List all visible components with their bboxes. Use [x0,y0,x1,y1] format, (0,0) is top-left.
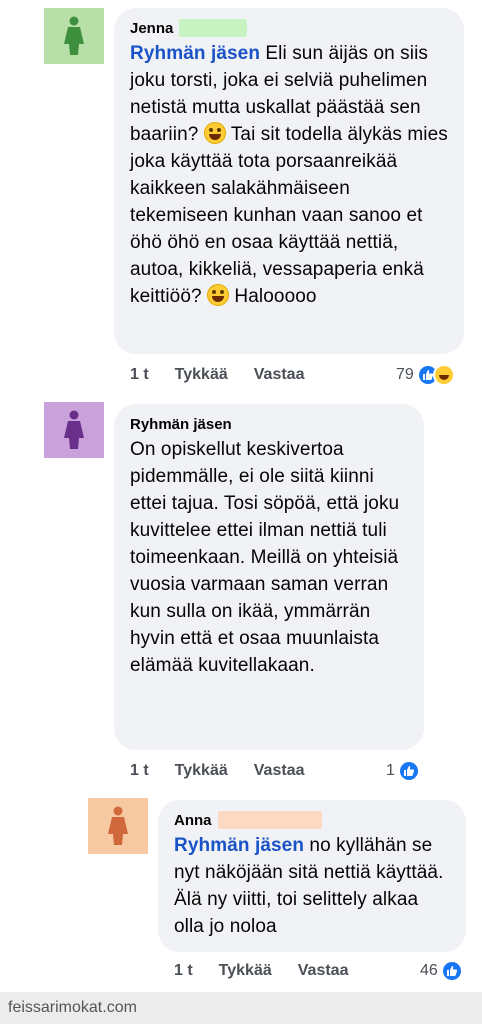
timestamp[interactable]: 1 t [130,366,149,384]
author-name[interactable]: Jenna [130,20,173,37]
comment-actions: 1 t Tykkää Vastaa [130,366,330,384]
comment-author[interactable]: Ryhmän jäsen [130,414,410,434]
author-name[interactable]: Ryhmän jäsen [130,416,232,433]
like-button[interactable]: Tykkää [175,366,228,384]
comment-actions: 1 t Tykkää Vastaa [130,762,330,780]
laughing-tears-emoji [203,122,226,144]
comment-text: Ryhmän jäsen Eli sun äijäs on siis joku … [130,40,450,310]
comment-author[interactable]: Jenna [130,18,450,38]
comment-actions: 1 t Tykkää Vastaa [174,962,374,980]
like-button[interactable]: Tykkää [219,962,272,980]
reaction-count: 1 [386,762,395,779]
female-user-icon [64,16,84,55]
reaction-summary[interactable]: 1 [386,760,420,782]
female-user-icon [108,806,128,845]
reply-button[interactable]: Vastaa [254,762,305,780]
avatar[interactable] [88,798,148,854]
reply-button[interactable]: Vastaa [298,962,349,980]
redacted-name [217,811,322,829]
like-reaction-icon [440,960,463,982]
comment-text-part: Halooooo [229,286,317,307]
reply-button[interactable]: Vastaa [254,366,305,384]
comment-author[interactable]: Anna [174,810,452,830]
like-button[interactable]: Tykkää [175,762,228,780]
comment-text-part: Tai sit todella älykäs mies joka käyttää… [130,124,448,307]
comment-bubble: Jenna Ryhmän jäsen Eli sun äijäs on siis… [114,8,464,354]
reaction-count: 79 [396,366,414,383]
comment-bubble: Ryhmän jäsen On opiskellut keskivertoa p… [114,404,424,750]
female-user-icon [64,410,84,449]
redacted-name [179,19,248,37]
mention-link[interactable]: Ryhmän jäsen [174,835,304,856]
timestamp[interactable]: 1 t [174,962,193,980]
source-watermark: feissarimokat.com [0,992,482,1024]
comment-text: Ryhmän jäsen no kyllähän se nyt näköjään… [174,832,452,940]
like-reaction-icon [397,760,420,782]
avatar[interactable] [44,402,104,458]
laughing-tears-emoji [207,284,230,306]
comment-text: On opiskellut keskivertoa pidemmälle, ei… [130,439,400,676]
comment-bubble: Anna Ryhmän jäsen no kyllähän se nyt näk… [158,800,466,952]
reaction-summary[interactable]: 79 [396,364,455,386]
reaction-summary[interactable]: 46 [420,960,463,982]
reaction-count: 46 [420,962,438,979]
mention-link[interactable]: Ryhmän jäsen [130,43,260,64]
avatar[interactable] [44,8,104,64]
haha-reaction-icon [432,364,455,386]
timestamp[interactable]: 1 t [130,762,149,780]
author-name[interactable]: Anna [174,812,212,829]
